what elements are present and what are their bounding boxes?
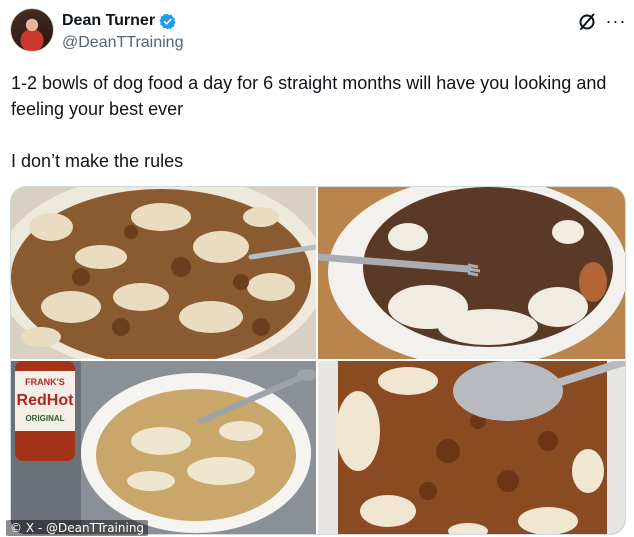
- media-grid: FRANK'S RedHot ORIGINAL: [10, 186, 626, 535]
- tweet-text-line-2: I don’t make the rules: [11, 151, 184, 171]
- photo-rice-mince-bowl[interactable]: [11, 187, 316, 359]
- photo-rice-mince-plate-fork[interactable]: [318, 187, 625, 359]
- grok-icon[interactable]: [577, 12, 597, 32]
- more-options-icon[interactable]: ···: [605, 10, 627, 32]
- bottle-label-main: RedHot: [17, 392, 75, 409]
- photo-rice-bowl-hot-sauce[interactable]: FRANK'S RedHot ORIGINAL: [11, 361, 316, 534]
- tweet-text-line-1: 1-2 bowls of dog food a day for 6 straig…: [11, 73, 607, 119]
- author-display-name[interactable]: Dean Turner: [62, 12, 155, 30]
- bottle-label-top: FRANK'S: [25, 377, 65, 387]
- author-name-row[interactable]: Dean Turner: [62, 12, 176, 30]
- avatar[interactable]: [10, 8, 54, 52]
- author-handle[interactable]: @DeanTTraining: [62, 34, 183, 52]
- tweet-text: 1-2 bowls of dog food a day for 6 straig…: [11, 70, 621, 174]
- verified-badge-icon: [159, 13, 176, 29]
- watermark: © X - @DeanTTraining: [6, 520, 149, 536]
- bottle-label-sub: ORIGINAL: [25, 414, 64, 423]
- photo-rice-mince-closeup-spoon[interactable]: [318, 361, 625, 534]
